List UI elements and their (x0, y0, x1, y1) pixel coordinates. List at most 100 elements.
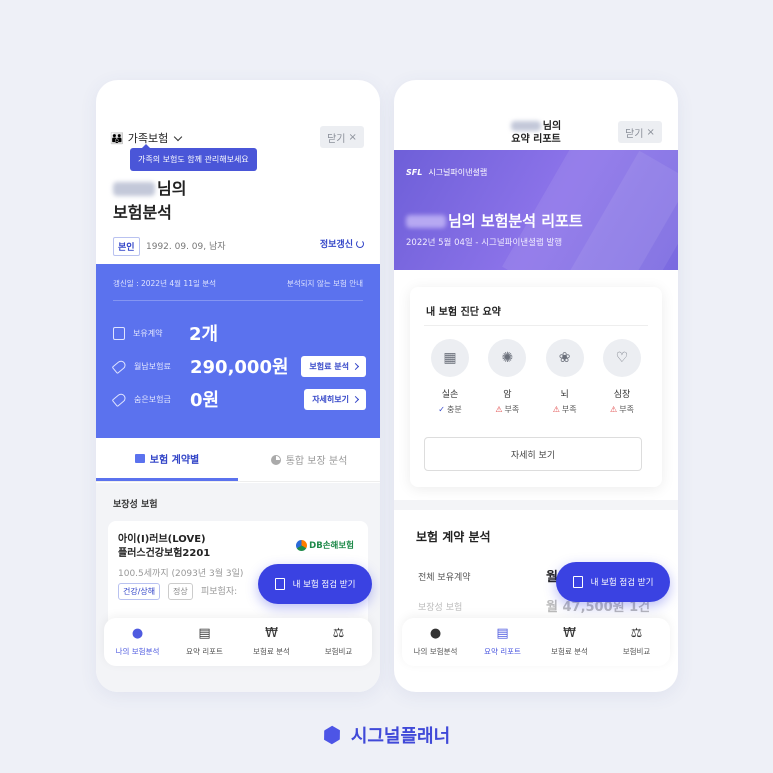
scale-icon: ⚖ (630, 626, 643, 641)
hidden-claim-value: 0원 (190, 390, 220, 411)
name-suffix: 님의 (157, 179, 187, 198)
tag-icon (111, 358, 128, 374)
premium-analysis-button[interactable]: 보험료 분석 (301, 355, 366, 377)
user-name: 님의 (113, 178, 186, 199)
nav-premium-analysis[interactable]: ₩ 보험료 분석 (238, 618, 305, 666)
nav-label: 나의 보험분석 (413, 647, 458, 656)
view-detail-button[interactable]: 자세히 보기 (424, 437, 642, 471)
insurance-check-button[interactable]: 내 보험 점검 받기 (258, 564, 372, 604)
nav-label: 요약 리포트 (186, 647, 223, 656)
diagnosis-card: 내 보험 진단 요약 ▦ 실손 ✓ 충분 ✺ 암 ⚠ 부족 ❀ 뇌 ⚠ 부족 ♡ 심장… (410, 287, 662, 487)
check-icon: ✓ (438, 405, 445, 414)
scale-icon: ⚖ (332, 626, 345, 641)
brand-name: 시그널플래너 (350, 726, 451, 747)
status-text: 부족 (561, 405, 577, 414)
view-detail-button[interactable]: 자세히보기 (304, 388, 366, 410)
close-icon: × (646, 126, 655, 138)
birth-info: 1992. 09. 09, 남자 (146, 242, 226, 252)
section-separator (394, 500, 678, 510)
tab-label: 통합 보장 분석 (285, 456, 348, 467)
diagnosis-status: ⚠ 부족 (553, 404, 577, 415)
view-detail-label: 자세히보기 (312, 394, 349, 404)
tab-label: 보험 계약별 (149, 454, 200, 466)
bottom-nav: ● 나의 보험분석 ▤ 요약 리포트 ₩ 보험료 분석 ⚖ 보험비교 (402, 618, 670, 666)
premium-value: 290,000원 (190, 357, 289, 378)
family-icon: 👪 (110, 131, 124, 145)
summary-report-screen: 님의 요약 리포트 닫기 × SFL 시그널파이낸셜랩 님의 보험분석 리포트 … (394, 80, 678, 692)
brand-footer: 시그널플래너 (0, 722, 773, 748)
diagnosis-title: 내 보험 진단 요약 (426, 307, 501, 318)
hero-title: 님의 보험분석 리포트 (406, 210, 583, 231)
contracts-row: 보유계약 2개 (113, 320, 366, 346)
diagnosis-item-heart: ♡ 심장 ⚠ 부족 (596, 339, 648, 415)
won-icon: ₩ (563, 626, 576, 641)
tab-by-contract[interactable]: 보험 계약별 (96, 438, 238, 481)
title-suffix: 님의 (542, 121, 562, 132)
tag-icon (111, 391, 128, 407)
contracts-value: 2개 (189, 324, 219, 345)
nav-label: 요약 리포트 (484, 647, 521, 656)
nav-label: 나의 보험분석 (115, 647, 160, 656)
premium-analysis-label: 보험료 분석 (309, 361, 349, 371)
heart-icon: ♡ (602, 339, 641, 377)
bottom-nav: ● 나의 보험분석 ▤ 요약 리포트 ₩ 보험료 분석 ⚖ 보험비교 (104, 618, 372, 666)
nav-summary-report[interactable]: ▤ 요약 리포트 (171, 618, 238, 666)
page-title: 보험분석 (113, 203, 172, 222)
close-button[interactable]: 닫기 × (618, 121, 662, 143)
update-date: 갱신일 : 2022년 4월 11일 분석 (113, 279, 217, 288)
diagnosis-item-actual-loss: ▦ 실손 ✓ 충분 (424, 339, 476, 415)
divider (424, 325, 648, 326)
masked-name (406, 215, 446, 228)
close-button[interactable]: 닫기 × (320, 126, 364, 148)
info-update-label: 정보갱신 (319, 240, 353, 250)
nav-compare[interactable]: ⚖ 보험비교 (603, 618, 670, 666)
family-analysis-screen: 👪 가족보험 닫기 × 가족의 보험도 함께 관리해보세요 님의 보험분석 본인… (96, 80, 380, 692)
diagnosis-item-cancer: ✺ 암 ⚠ 부족 (481, 339, 533, 415)
tab-integrated-coverage[interactable]: 통합 보장 분석 (238, 438, 380, 481)
report-hero: SFL 시그널파이낸셜랩 님의 보험분석 리포트 2022년 5월 04일 - … (394, 150, 678, 270)
premium-label: 월납보험료 (134, 361, 171, 371)
hidden-claim-label: 숨은보험금 (134, 394, 171, 404)
close-label: 닫기 (625, 128, 644, 140)
hospital-icon: ▦ (431, 339, 469, 377)
brand-name: 시그널파이낸셜랩 (428, 168, 488, 177)
clipboard-icon: ▤ (496, 626, 509, 641)
nav-compare[interactable]: ⚖ 보험비교 (305, 618, 372, 666)
close-icon: × (348, 131, 357, 143)
hero-title-text: 님의 보험분석 리포트 (448, 212, 583, 230)
refresh-icon (356, 239, 364, 248)
pie-chart-icon (270, 454, 281, 465)
category-chip: 건강/상해 (118, 583, 161, 600)
protection-insurance-label: 보장성 보험 (418, 603, 463, 613)
diagnosis-name: 뇌 (560, 390, 569, 400)
premium-row: 월납보험료 290,000원 보험료 분석 (111, 353, 366, 379)
insurance-check-button[interactable]: 내 보험 점검 받기 (556, 562, 670, 602)
nav-my-analysis[interactable]: ● 나의 보험분석 (104, 618, 171, 666)
fab-label: 내 보험 점검 받기 (292, 580, 356, 590)
diagnosis-status: ⚠ 부족 (610, 404, 634, 415)
info-update-button[interactable]: 정보갱신 (320, 237, 364, 250)
insurance-name: 아이(I)러브(LOVE) 플러스건강보험2201 (118, 533, 210, 561)
summary-panel: 갱신일 : 2022년 4월 11일 분석 분석되지 않는 보험 안내 보유계약… (96, 264, 380, 438)
nav-label: 보험료 분석 (551, 647, 588, 656)
unanalyzed-link[interactable]: 분석되지 않는 보험 안내 (287, 278, 363, 289)
list-icon (134, 453, 145, 463)
warning-icon: ⚠ (495, 405, 503, 414)
insured-label: 피보험자: (201, 587, 238, 597)
masked-name (113, 182, 155, 196)
analysis-tabs: 보험 계약별 통합 보장 분석 (96, 438, 380, 482)
nav-my-analysis[interactable]: ● 나의 보험분석 (402, 618, 469, 666)
warning-icon: ⚠ (610, 405, 618, 414)
status-text: 충분 (446, 405, 462, 414)
sfl-logo: SFL (406, 168, 423, 177)
hero-subtitle: 2022년 5월 04일 - 시그널파이낸셜랩 발행 (406, 238, 563, 248)
nav-summary-report[interactable]: ▤ 요약 리포트 (469, 618, 536, 666)
insurance-name-line1: 아이(I)러브(LOVE) (118, 534, 206, 545)
section-title: 보장성 보험 (113, 500, 158, 510)
total-contracts-label: 전체 보유계약 (418, 573, 471, 583)
nav-premium-analysis[interactable]: ₩ 보험료 분석 (536, 618, 603, 666)
diagnosis-status: ✓ 충분 (438, 404, 461, 415)
fab-label: 내 보험 점검 받기 (590, 578, 654, 588)
family-tooltip: 가족의 보험도 함께 관리해보세요 (130, 144, 257, 171)
won-icon: ₩ (265, 626, 278, 641)
